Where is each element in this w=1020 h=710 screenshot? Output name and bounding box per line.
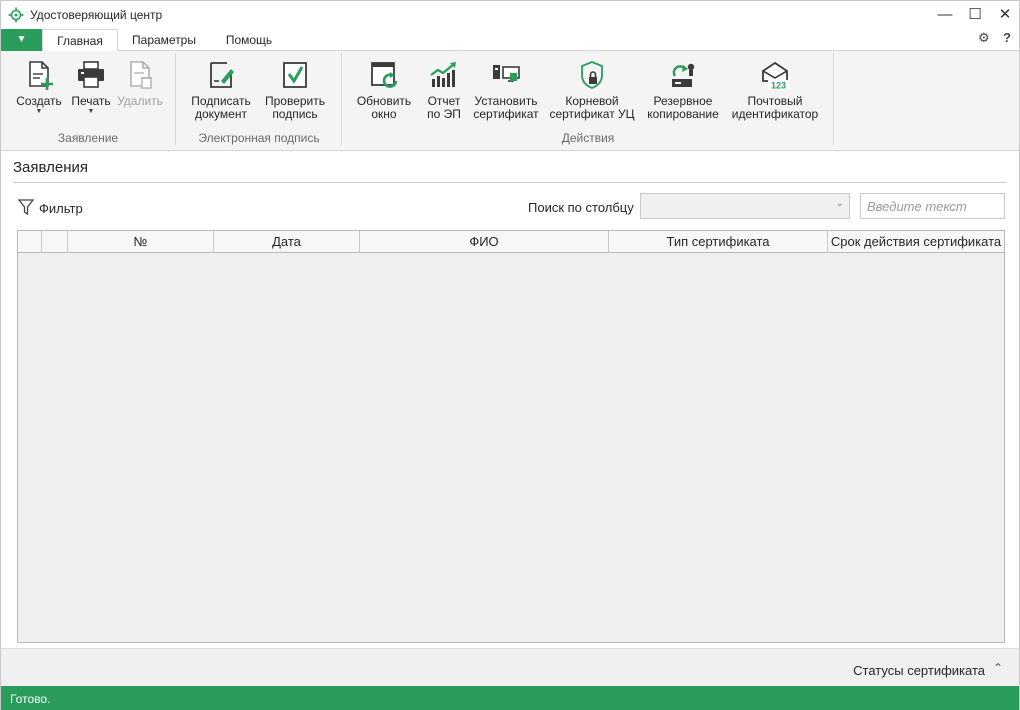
mail-identifier-number: 123 [771, 81, 786, 91]
ribbon: Создать ▼ Печать ▼ Удалить Подписать док… [1, 51, 1019, 151]
group-label-actions: Действия [561, 131, 615, 145]
report-button[interactable]: Отчет по ЭП [421, 59, 467, 121]
file-menu-button[interactable]: ▼ [1, 29, 42, 51]
sign-document-label-1: Подписать [191, 94, 251, 108]
group-separator [341, 53, 342, 145]
column-header-date[interactable]: Дата [214, 231, 360, 253]
document-delete-icon [130, 61, 152, 89]
tab-home[interactable]: Главная [42, 29, 118, 52]
create-button[interactable]: Создать ▼ [15, 59, 63, 116]
root-certificate-label-1: Корневой [565, 94, 619, 108]
print-button[interactable]: Печать ▼ [67, 59, 115, 116]
verify-signature-label-2: подпись [272, 107, 318, 121]
backup-label-1: Резервное [653, 94, 713, 108]
document-add-icon [29, 61, 53, 90]
refresh-window-icon [371, 62, 398, 88]
title-bar: Удостоверяющий центр — ☐ ✕ [1, 1, 1019, 29]
install-certificate-icon [493, 65, 520, 82]
mail-identifier-icon: 123 [762, 61, 789, 91]
verify-signature-icon [283, 62, 307, 88]
install-certificate-button[interactable]: Установить сертификат [471, 59, 541, 121]
certificate-statuses-panel: Статусы сертификата ⌃ [1, 648, 1019, 686]
chevron-up-icon[interactable]: ⌃ [993, 661, 1003, 675]
app-logo-icon [8, 7, 24, 23]
column-header-cert-type[interactable]: Тип сертификата [609, 231, 828, 253]
status-bar: Готово. [1, 686, 1019, 710]
app-window: Удостоверяющий центр — ☐ ✕ ▼ Главная Пар… [0, 0, 1020, 710]
report-label-2: по ЭП [427, 107, 461, 121]
filter-icon [18, 199, 34, 216]
tab-parameters[interactable]: Параметры [125, 29, 203, 51]
status-text: Готово. [10, 692, 51, 706]
refresh-window-label-1: Обновить [356, 94, 412, 108]
mail-identifier-label-2: идентификатор [731, 107, 819, 121]
print-label: Печать [71, 94, 111, 108]
backup-label-2: копирование [647, 107, 719, 121]
filter-label: Фильтр [39, 201, 83, 216]
backup-icon [672, 63, 695, 87]
chevron-down-icon: ▼ [87, 108, 95, 115]
sign-document-label-2: документ [195, 107, 247, 121]
delete-button[interactable]: Удалить [115, 59, 165, 108]
group-separator [175, 53, 176, 145]
verify-signature-label-1: Проверить [264, 94, 325, 108]
mail-identifier-label-1: Почтовый [747, 94, 803, 108]
install-certificate-label-2: сертификат [473, 107, 539, 121]
root-certificate-button[interactable]: Корневой сертификат УЦ [549, 59, 635, 121]
mail-identifier-button[interactable]: 123 Почтовый идентификатор [729, 59, 821, 121]
group-label-e-signature: Электронная подпись [198, 131, 320, 145]
close-button[interactable]: ✕ [994, 5, 1016, 25]
column-header-select[interactable] [18, 231, 42, 253]
column-header-cert-validity[interactable]: Срок действия сертификата [828, 231, 1004, 253]
group-separator [833, 53, 834, 145]
refresh-window-label-2: окно [371, 107, 397, 121]
sign-document-icon [210, 62, 234, 88]
group-label-application: Заявление [57, 131, 119, 145]
maximize-button[interactable]: ☐ [964, 5, 986, 25]
page-title: Заявления [13, 159, 89, 176]
column-header-number[interactable]: № [68, 231, 214, 253]
create-label: Создать [16, 94, 62, 108]
certificate-statuses-toggle[interactable]: Статусы сертификата [853, 663, 985, 678]
verify-signature-button[interactable]: Проверить подпись [260, 59, 330, 121]
column-header-marker[interactable] [42, 231, 68, 253]
backup-button[interactable]: Резервное копирование [643, 59, 723, 121]
chevron-down-icon: ⌄ [835, 198, 844, 209]
report-label-1: Отчет [427, 94, 461, 108]
report-chart-icon [430, 62, 456, 87]
applications-table[interactable]: № Дата ФИО Тип сертификата Срок действия… [17, 230, 1005, 643]
help-icon[interactable]: ? [1003, 30, 1011, 45]
ribbon-tabs: ▼ Главная Параметры Помощь ⚙ ? [1, 29, 1019, 52]
chevron-down-icon: ▼ [35, 108, 43, 115]
search-column-select[interactable]: ⌄ [640, 193, 850, 219]
tab-help[interactable]: Помощь [215, 29, 283, 51]
table-header: № Дата ФИО Тип сертификата Срок действия… [18, 231, 1004, 253]
settings-gear-icon[interactable]: ⚙ [978, 30, 990, 46]
install-certificate-label-1: Установить [474, 94, 538, 108]
minimize-button[interactable]: — [934, 5, 956, 25]
sign-document-button[interactable]: Подписать документ [187, 59, 255, 121]
root-certificate-label-2: сертификат УЦ [549, 107, 635, 121]
search-column-label: Поиск по столбцу [528, 200, 634, 215]
search-input[interactable] [860, 193, 1005, 219]
column-header-fio[interactable]: ФИО [360, 231, 609, 253]
delete-label: Удалить [117, 94, 163, 108]
window-title: Удостоверяющий центр [30, 8, 163, 22]
divider [13, 182, 1007, 183]
refresh-window-button[interactable]: Обновить окно [353, 59, 415, 121]
printer-icon [78, 61, 104, 88]
root-certificate-icon [581, 61, 603, 89]
